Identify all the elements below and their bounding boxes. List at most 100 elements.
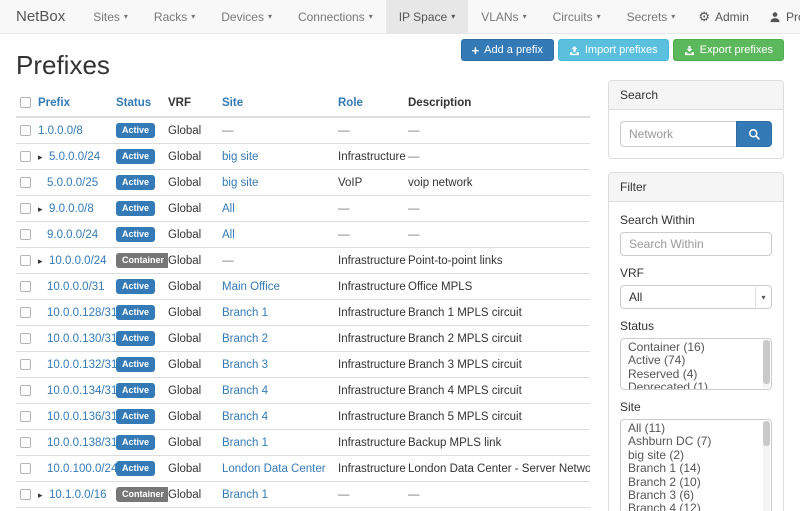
- filter-option[interactable]: Branch 3 (6): [621, 489, 771, 502]
- indent-spacer: [38, 416, 47, 417]
- indent-spacer: [38, 390, 47, 391]
- nav-item-ip-space[interactable]: IP Space▾: [386, 0, 469, 33]
- row-checkbox[interactable]: [20, 255, 31, 266]
- expand-arrow-icon: ▸: [38, 256, 49, 267]
- search-input[interactable]: [620, 121, 736, 147]
- row-checkbox[interactable]: [20, 151, 31, 162]
- column-sort-link[interactable]: Role: [338, 97, 363, 109]
- site-link[interactable]: Branch 4: [222, 385, 268, 397]
- table-row: ▸10.1.0.0/16ContainerGlobalBranch 1——: [16, 482, 590, 508]
- row-checkbox[interactable]: [20, 437, 31, 448]
- nav-item-label: Secrets: [627, 10, 668, 24]
- vrf-cell: Global: [168, 508, 222, 511]
- brand[interactable]: NetBox: [0, 0, 80, 33]
- scrollbar-thumb[interactable]: [763, 340, 770, 384]
- nav-item-sites[interactable]: Sites▾: [80, 0, 141, 33]
- site-link[interactable]: All: [222, 203, 235, 215]
- vrf-value: Global: [168, 307, 201, 319]
- filter-option[interactable]: big site (2): [621, 449, 771, 462]
- site-cell: Branch 1: [222, 430, 338, 456]
- row-checkbox[interactable]: [20, 229, 31, 240]
- prefix-link[interactable]: 10.1.0.0/16: [49, 489, 107, 501]
- prefix-link[interactable]: 10.0.0.138/31: [47, 437, 116, 449]
- row-checkbox[interactable]: [20, 489, 31, 500]
- nav-item-profile[interactable]: Profile: [759, 0, 800, 33]
- scrollbar[interactable]: [763, 421, 770, 511]
- table-row: ▸5.0.0.0/24ActiveGlobalbig siteInfrastru…: [16, 144, 590, 170]
- select-all-checkbox[interactable]: [20, 97, 31, 108]
- filter-option[interactable]: Reserved (4): [621, 368, 771, 381]
- site-link[interactable]: big site: [222, 151, 258, 163]
- nav-item-label: Profile: [786, 10, 800, 24]
- nav-item-devices[interactable]: Devices▾: [208, 0, 285, 33]
- row-checkbox[interactable]: [20, 203, 31, 214]
- nav-item-secrets[interactable]: Secrets▾: [614, 0, 689, 33]
- prefix-link[interactable]: 10.0.0.128/31: [47, 307, 116, 319]
- row-checkbox[interactable]: [20, 177, 31, 188]
- row-checkbox[interactable]: [20, 333, 31, 344]
- vrf-select-value: All: [629, 290, 642, 304]
- prefix-link[interactable]: 10.0.0.136/31: [47, 411, 116, 423]
- row-checkbox[interactable]: [20, 307, 31, 318]
- site-link[interactable]: Branch 1: [222, 489, 268, 501]
- filter-option[interactable]: Container (16): [621, 341, 771, 354]
- prefix-link[interactable]: 10.0.0.132/31: [47, 359, 116, 371]
- nav-item-connections[interactable]: Connections▾: [285, 0, 386, 33]
- search-button[interactable]: [736, 121, 772, 147]
- prefix-link[interactable]: 10.0.0.134/31: [47, 385, 116, 397]
- site-link[interactable]: Main Office: [222, 281, 280, 293]
- vrf-select[interactable]: All ▾: [620, 285, 772, 309]
- site-link[interactable]: All: [222, 229, 235, 241]
- site-cell: Branch 3: [222, 352, 338, 378]
- prefix-link[interactable]: 9.0.0.0/24: [47, 229, 98, 241]
- search-within-input[interactable]: [620, 232, 772, 256]
- filter-option[interactable]: Deprecated (1): [621, 381, 771, 390]
- role-cell: —: [338, 222, 408, 248]
- prefix-link[interactable]: 10.0.0.0/31: [47, 281, 105, 293]
- prefix-link[interactable]: 1.0.0.0/8: [38, 125, 83, 137]
- vrf-cell: Global: [168, 117, 222, 144]
- filter-option[interactable]: Active (74): [621, 354, 771, 367]
- site-link[interactable]: London Data Center: [222, 463, 326, 475]
- site-link[interactable]: Branch 3: [222, 359, 268, 371]
- filter-option[interactable]: All (11): [621, 422, 771, 435]
- prefix-link[interactable]: 10.0.0.0/24: [49, 255, 107, 267]
- row-checkbox[interactable]: [20, 385, 31, 396]
- row-checkbox[interactable]: [20, 281, 31, 292]
- row-checkbox[interactable]: [20, 411, 31, 422]
- column-header-description: Description: [408, 91, 590, 117]
- row-checkbox[interactable]: [20, 463, 31, 474]
- chevron-down-icon: ▾: [268, 13, 272, 21]
- site-link[interactable]: Branch 1: [222, 307, 268, 319]
- column-sort-link[interactable]: Status: [116, 97, 151, 109]
- prefix-link[interactable]: 10.0.100.0/24: [47, 463, 116, 475]
- site-link[interactable]: Branch 2: [222, 333, 268, 345]
- description-value: Branch 3 MPLS circuit: [408, 359, 522, 371]
- filter-option[interactable]: Branch 4 (12): [621, 502, 771, 511]
- nav-item-circuits[interactable]: Circuits▾: [540, 0, 614, 33]
- column-sort-link[interactable]: Site: [222, 97, 243, 109]
- status-listbox[interactable]: Container (16)Active (74)Reserved (4)Dep…: [620, 338, 772, 390]
- site-link[interactable]: Branch 1: [222, 437, 268, 449]
- export-prefixes-button[interactable]: Export prefixes: [673, 39, 784, 61]
- row-checkbox[interactable]: [20, 359, 31, 370]
- nav-item-vlans[interactable]: VLANs▾: [468, 0, 539, 33]
- site-listbox[interactable]: All (11)Ashburn DC (7)big site (2)Branch…: [620, 419, 772, 511]
- site-link[interactable]: Branch 4: [222, 411, 268, 423]
- row-checkbox[interactable]: [20, 125, 31, 136]
- nav-item-admin[interactable]: ⚙Admin: [688, 0, 759, 33]
- site-link[interactable]: big site: [222, 177, 258, 189]
- scrollbar-thumb[interactable]: [763, 421, 770, 446]
- filter-option[interactable]: Ashburn DC (7): [621, 435, 771, 448]
- prefix-link[interactable]: 10.0.0.130/31: [47, 333, 116, 345]
- prefix-link[interactable]: 5.0.0.0/25: [47, 177, 98, 189]
- add-prefix-button[interactable]: + Add a prefix: [461, 39, 554, 61]
- import-prefixes-button[interactable]: Import prefixes: [558, 39, 669, 61]
- prefix-link[interactable]: 9.0.0.0/8: [49, 203, 94, 215]
- prefix-link[interactable]: 5.0.0.0/24: [49, 151, 100, 163]
- filter-option[interactable]: Branch 1 (14): [621, 462, 771, 475]
- filter-option[interactable]: Branch 2 (10): [621, 476, 771, 489]
- scrollbar[interactable]: [763, 340, 770, 388]
- column-sort-link[interactable]: Prefix: [38, 97, 70, 109]
- nav-item-racks[interactable]: Racks▾: [141, 0, 208, 33]
